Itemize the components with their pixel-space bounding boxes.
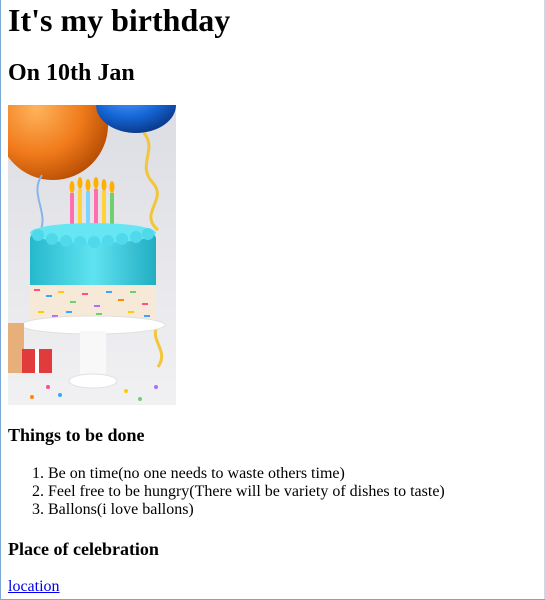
todo-item: Ballons(i love ballons) [48,501,445,519]
location-link[interactable]: location [8,578,60,596]
todo-item: Be on time(no one needs to waste others … [48,465,445,483]
todo-item: Feel free to be hungry(There will be var… [48,483,445,501]
window-left-border [0,0,1,600]
page-title: It's my birthday [8,2,231,38]
place-heading: Place of celebration [8,539,159,559]
birthday-cake-image [8,105,176,405]
page-subtitle: On 10th Jan [8,60,135,86]
todo-heading: Things to be done [8,425,145,445]
todo-list: Be on time(no one needs to waste others … [8,465,445,519]
